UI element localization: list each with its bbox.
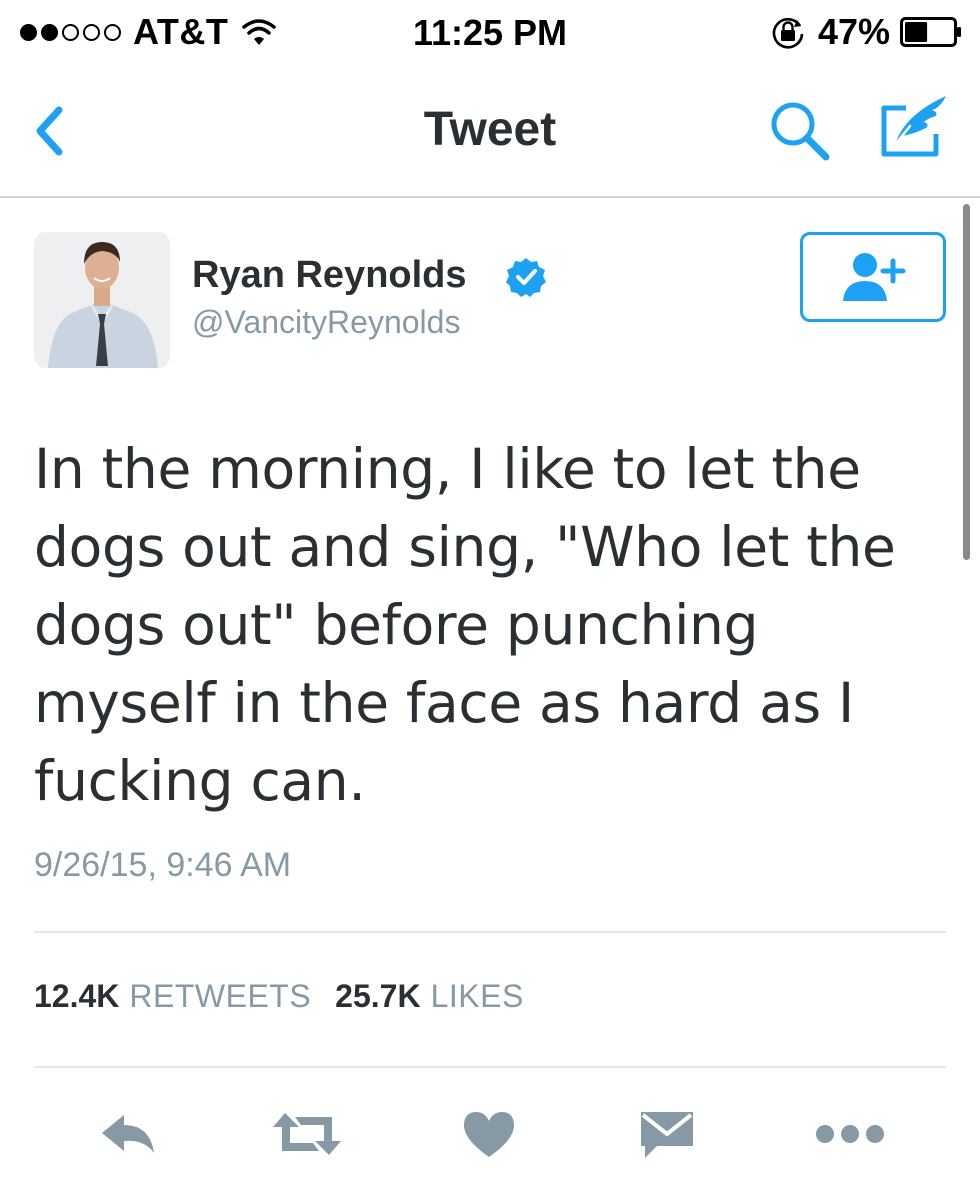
more-icon xyxy=(816,1125,884,1143)
retweets-count[interactable]: 12.4K xyxy=(34,978,119,1015)
add-user-icon xyxy=(843,253,906,301)
rotation-lock-icon xyxy=(772,17,804,49)
more-button[interactable] xyxy=(814,1102,886,1166)
retweet-icon xyxy=(273,1113,341,1155)
status-right: 47% xyxy=(770,11,962,52)
retweets-label[interactable]: RETWEETS xyxy=(129,978,311,1015)
likes-label[interactable]: LIKES xyxy=(431,978,524,1015)
direct-message-icon xyxy=(641,1112,693,1158)
retweet-button[interactable] xyxy=(268,1102,346,1166)
divider xyxy=(34,1066,946,1068)
tweet-text: In the morning, I like to let the dogs o… xyxy=(34,437,896,813)
avatar-photo xyxy=(34,232,170,368)
likes-count[interactable]: 25.7K xyxy=(335,978,420,1015)
like-heart-icon xyxy=(463,1112,515,1157)
scroll-indicator[interactable] xyxy=(963,204,970,560)
navigation-bar: Tweet xyxy=(0,66,980,198)
follow-button[interactable] xyxy=(800,232,946,322)
tweet-stats: 12.4K RETWEETS 25.7K LIKES xyxy=(34,978,548,1015)
battery-percent: 47% xyxy=(817,11,890,52)
tweet-timestamp: 9/26/15, 9:46 AM xyxy=(34,846,292,884)
search-icon[interactable] xyxy=(766,98,836,168)
status-bar: AT&T 11:25 PM 47% xyxy=(0,0,980,66)
divider xyxy=(34,931,946,933)
battery-icon xyxy=(900,17,961,47)
verified-badge-icon xyxy=(506,258,546,297)
direct-message-button[interactable] xyxy=(636,1102,698,1166)
avatar[interactable] xyxy=(34,232,170,368)
like-button[interactable] xyxy=(458,1102,520,1166)
reply-icon xyxy=(102,1115,154,1153)
compose-icon[interactable] xyxy=(876,88,954,166)
reply-button[interactable] xyxy=(96,1102,160,1166)
author-handle[interactable]: @VancityReynolds xyxy=(192,304,460,341)
back-chevron-icon[interactable] xyxy=(26,96,76,166)
author-name[interactable]: Ryan Reynolds xyxy=(192,254,467,297)
